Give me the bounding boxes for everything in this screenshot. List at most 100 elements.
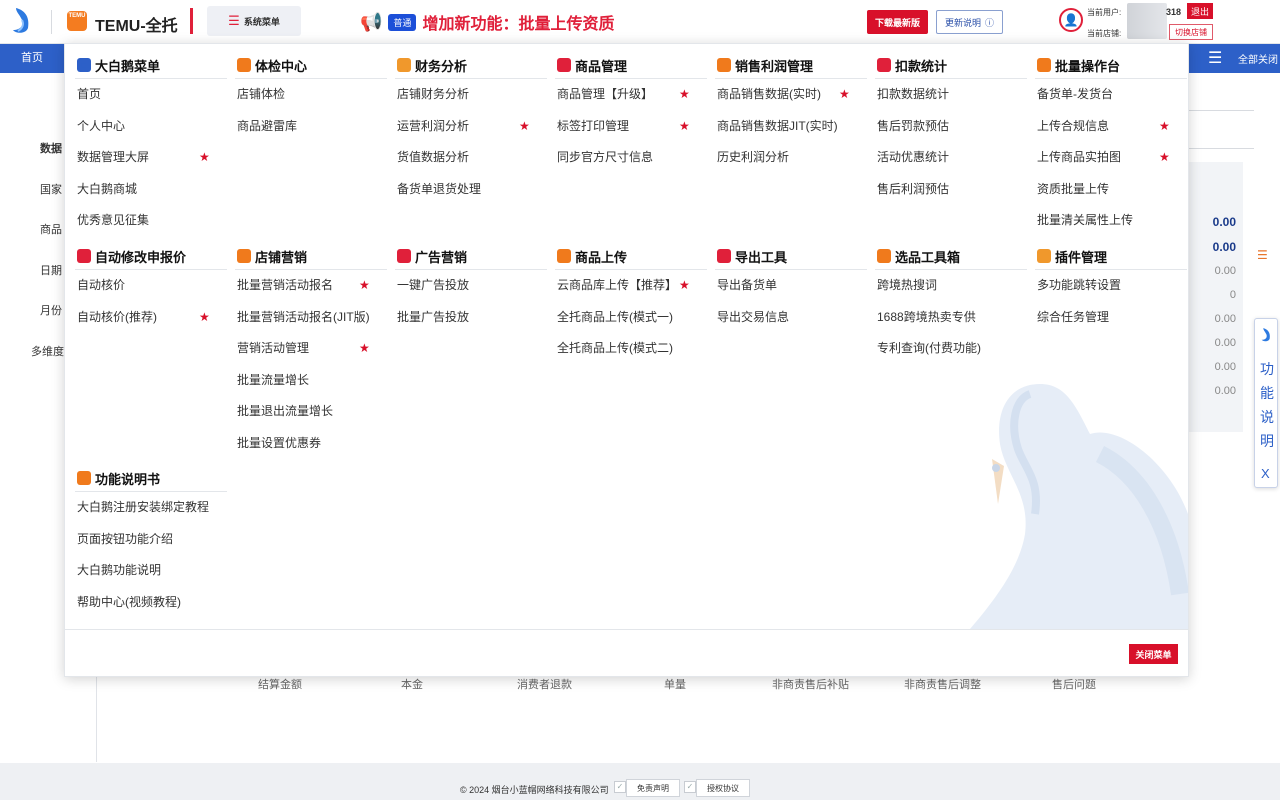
menu-item[interactable]: 同步官方尺寸信息 [557, 147, 697, 167]
menu-section-header: ■ 广告营销 [395, 243, 547, 270]
menu-item[interactable]: 大白鹅商城 [77, 179, 217, 199]
header-divider [51, 10, 52, 34]
menu-item[interactable]: 营销活动管理 [237, 338, 377, 358]
menu-item[interactable]: 批量广告投放 [397, 307, 537, 327]
menu-item[interactable]: 批量清关属性上传 [1037, 210, 1177, 230]
update-notes-button[interactable]: 更新说明 ⓘ [936, 10, 1003, 34]
switch-store-button[interactable]: 切换店铺 [1169, 24, 1213, 40]
menu-item[interactable]: 个人中心 [77, 116, 217, 136]
menu-item[interactable]: 页面按钮功能介绍 [77, 529, 217, 549]
system-menu-button[interactable]: ☰ 系统菜单 [207, 6, 301, 36]
announcement-text: 增加新功能：批量上传资质 [422, 16, 615, 33]
menu-item[interactable]: 历史利润分析 [717, 147, 857, 167]
menu-item[interactable]: 一键广告投放 [397, 275, 537, 295]
menu-item[interactable]: 商品销售数据JIT(实时) [717, 116, 857, 136]
menu-item[interactable]: 上传合规信息 [1037, 116, 1177, 136]
menu-item[interactable]: 批量营销活动报名 [237, 275, 377, 295]
license-button[interactable]: 授权协议 [696, 779, 750, 797]
menu-item[interactable]: 上传商品实拍图 [1037, 147, 1177, 167]
menu-item[interactable]: 店铺财务分析 [397, 84, 537, 104]
plugin-edge-icon[interactable]: ☰ [1257, 248, 1268, 262]
column-header: 消费者退款 [517, 679, 572, 691]
menu-section-title: 销售利润管理 [735, 58, 814, 74]
menu-section-title: 批量操作台 [1055, 58, 1121, 74]
user-id: 318 [1166, 7, 1182, 17]
menu-item[interactable]: 导出备货单 [717, 275, 857, 295]
checkbox-icon[interactable]: ✓ [684, 781, 696, 793]
sidebar-item-multi[interactable]: 多维度 [31, 343, 64, 359]
header-accent-bar [190, 8, 193, 34]
close-menu-button[interactable]: 关闭菜单 [1129, 644, 1178, 664]
swan-logo-icon[interactable] [10, 6, 36, 36]
menu-item[interactable]: 大白鹅注册安装绑定教程 [77, 497, 217, 517]
tab-list-icon[interactable]: ☰ [1208, 48, 1222, 68]
column-header: 结算金额 [258, 679, 302, 691]
menu-item[interactable]: 商品销售数据(实时) [717, 84, 857, 104]
disclaimer-button[interactable]: 免责声明 [626, 779, 680, 797]
logout-button[interactable]: 退出 [1187, 3, 1213, 19]
top-header: TEMU TEMU-全托 ☰ 系统菜单 📢 普通 增加新功能：批量上传资质 下载… [0, 0, 1280, 44]
menu-item[interactable]: 活动优惠统计 [877, 147, 1017, 167]
checkbox-icon[interactable]: ✓ [614, 781, 626, 793]
menu-item[interactable]: 批量退出流量增长 [237, 401, 377, 421]
menu-item[interactable]: 跨境热搜词 [877, 275, 1017, 295]
menu-item[interactable]: 备货单退货处理 [397, 179, 537, 199]
menu-item[interactable]: 首页 [77, 84, 217, 104]
sidebar-item-month[interactable]: 月份 [40, 302, 62, 318]
feature-help-panel[interactable]: 功 能 说 明 X [1254, 318, 1278, 488]
menu-item[interactable]: 大白鹅功能说明 [77, 560, 217, 580]
close-all-tabs-button[interactable]: 全部关闭 [1238, 51, 1278, 66]
sidebar-item-data[interactable]: 数据 [40, 140, 62, 156]
menu-section-header: ■ 自动修改申报价 [75, 243, 227, 270]
section-icon: ■ [877, 249, 891, 263]
menu-item[interactable]: 售后利润预估 [877, 179, 1017, 199]
menu-item[interactable]: 导出交易信息 [717, 307, 857, 327]
menu-item[interactable]: 货值数据分析 [397, 147, 537, 167]
column-header: 本金 [401, 679, 423, 691]
menu-item[interactable]: 批量设置优惠券 [237, 433, 377, 453]
menu-section-title: 大白鹅菜单 [95, 58, 161, 74]
menu-item[interactable]: 批量流量增长 [237, 370, 377, 390]
menu-item[interactable]: 数据管理大屏 [77, 147, 217, 167]
menu-item[interactable]: 运营利润分析 [397, 116, 537, 136]
favorite-star-icon: ★ [199, 150, 210, 164]
menu-item[interactable]: 优秀意见征集 [77, 210, 217, 230]
menu-item[interactable]: 备货单-发货台 [1037, 84, 1177, 104]
menu-section-title: 店铺营销 [255, 249, 308, 265]
menu-item[interactable]: 资质批量上传 [1037, 179, 1177, 199]
tab-home[interactable]: 首页 [0, 44, 64, 73]
menu-item[interactable]: 商品管理【升级】 [557, 84, 697, 104]
menu-item[interactable]: 批量营销活动报名(JIT版) [237, 307, 377, 327]
sidebar-item-country[interactable]: 国家 [40, 181, 62, 197]
sidebar-item-product[interactable]: 商品 [40, 221, 62, 237]
download-latest-button[interactable]: 下载最新版 [867, 10, 928, 34]
close-icon[interactable]: X [1261, 466, 1270, 481]
menu-item[interactable]: 专利查询(付费功能) [877, 338, 1017, 358]
menu-item[interactable]: 售后罚款预估 [877, 116, 1017, 136]
menu-section-title: 体检中心 [255, 58, 308, 74]
menu-item[interactable]: 综合任务管理 [1037, 307, 1177, 327]
menu-item[interactable]: 自动核价 [77, 275, 217, 295]
menu-section-header: ■ 销售利润管理 [715, 52, 867, 79]
megaphone-icon: 📢 [360, 11, 383, 32]
menu-item[interactable]: 云商品库上传【推荐】 [557, 275, 697, 295]
help-char: 能 [1260, 385, 1274, 401]
section-icon: ■ [1037, 249, 1051, 263]
menu-section-title: 扣款统计 [895, 58, 948, 74]
menu-item[interactable]: 商品避雷库 [237, 116, 377, 136]
menu-item[interactable]: 多功能跳转设置 [1037, 275, 1177, 295]
menu-item[interactable]: 店铺体检 [237, 84, 377, 104]
menu-item[interactable]: 帮助中心(视频教程) [77, 592, 217, 612]
menu-item[interactable]: 自动核价(推荐) [77, 307, 217, 327]
menu-item[interactable]: 全托商品上传(模式二) [557, 338, 697, 358]
menu-item[interactable]: 扣款数据统计 [877, 84, 1017, 104]
background-divider [1188, 110, 1254, 111]
menu-item[interactable]: 全托商品上传(模式一) [557, 307, 697, 327]
menu-item[interactable]: 标签打印管理 [557, 116, 697, 136]
menu-item[interactable]: 1688跨境热卖专供 [877, 307, 1017, 327]
menu-section-header: ■ 扣款统计 [875, 52, 1027, 79]
section-icon: ■ [1037, 58, 1051, 72]
user-avatar-icon[interactable]: 👤 [1059, 8, 1083, 32]
menu-section-header: ■ 导出工具 [715, 243, 867, 270]
sidebar-item-date[interactable]: 日期 [40, 262, 62, 278]
